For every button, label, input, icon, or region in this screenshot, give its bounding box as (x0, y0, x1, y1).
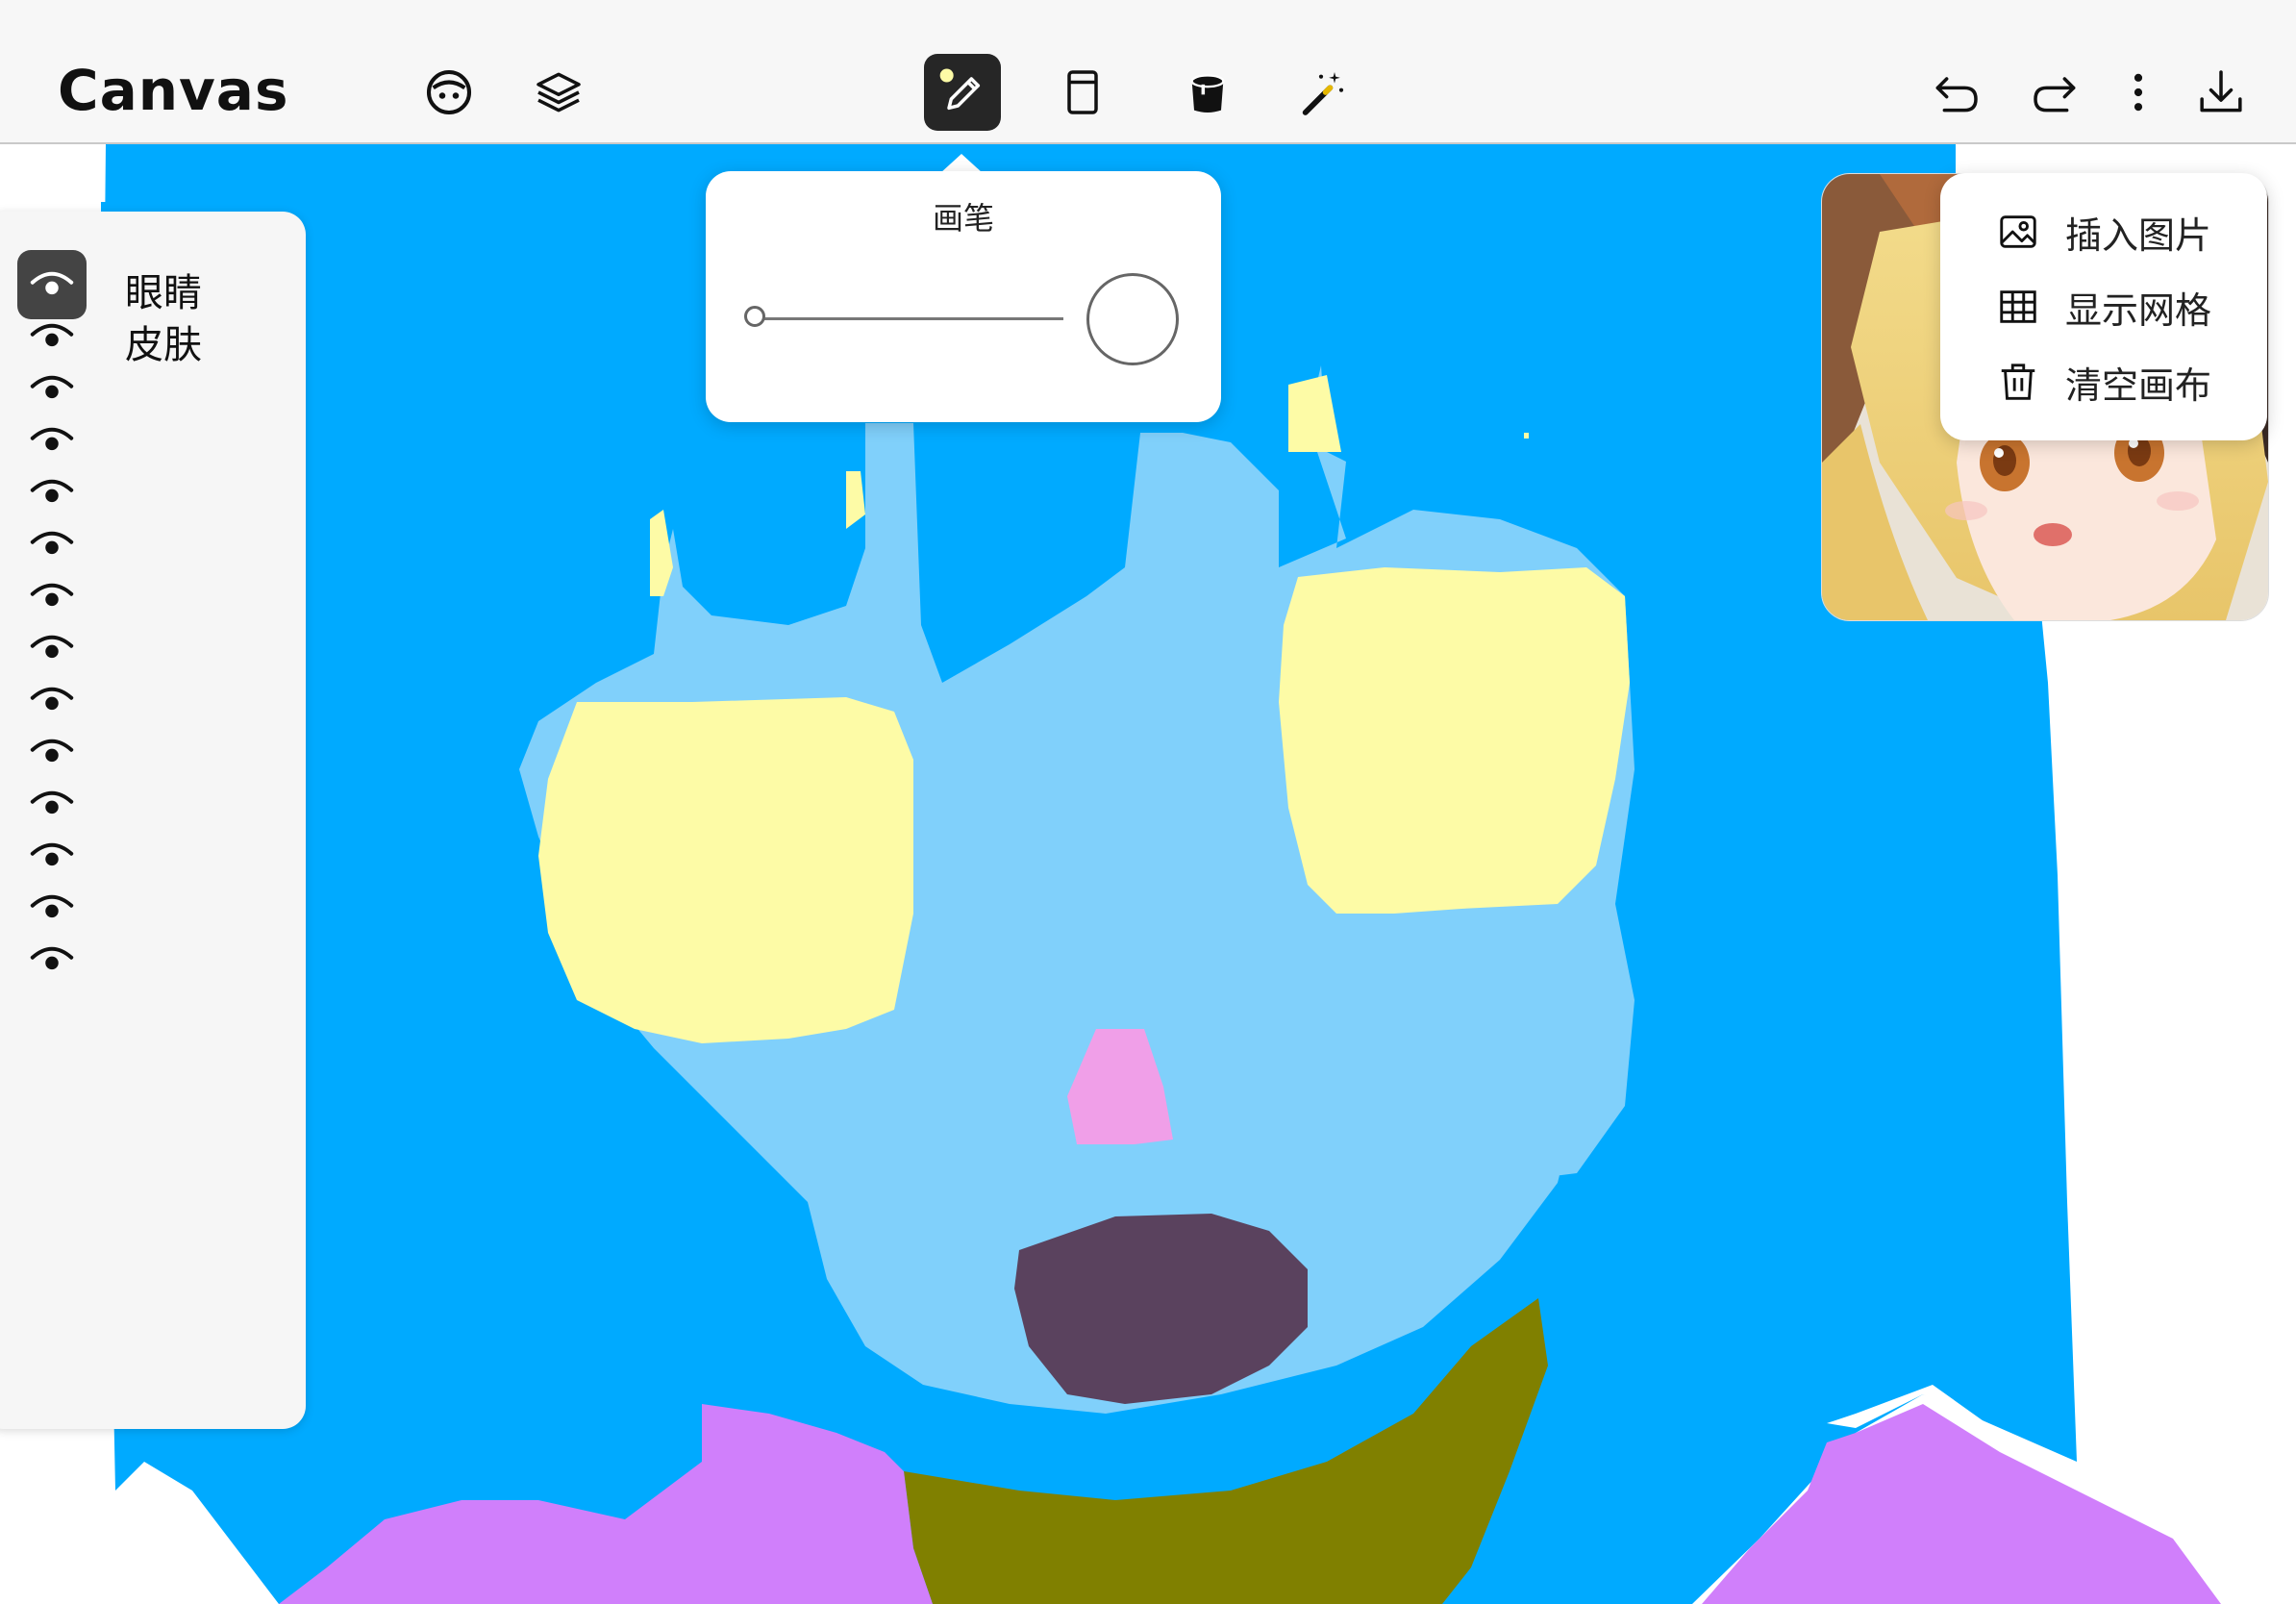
menu-item-insert-image[interactable]: 插入图片 (1940, 196, 2267, 267)
undo-button[interactable] (1917, 54, 1994, 131)
menu-item-show-grid[interactable]: 显示网格 (1940, 271, 2267, 342)
image-icon (2000, 215, 2036, 248)
brush-popup-title: 画笔 (932, 200, 994, 237)
redo-icon (2034, 77, 2076, 113)
paint-bucket-icon (1190, 74, 1225, 113)
redo-button[interactable] (2017, 54, 2094, 131)
brush-size-slider-track[interactable] (756, 317, 1063, 320)
download-button[interactable] (2183, 54, 2259, 131)
brush-popup-arrow (940, 154, 983, 173)
face-tool-button[interactable] (411, 54, 487, 131)
brush-size-slider-handle[interactable] (1086, 273, 1179, 365)
magic-wand-icon (1302, 72, 1344, 115)
more-vertical-icon (2134, 73, 2143, 112)
app-title: Canvas (58, 58, 289, 123)
undo-icon (1935, 77, 1978, 113)
menu-item-clear-canvas[interactable]: 清空画布 (1940, 346, 2267, 417)
menu-item-label: 显示网格 (2065, 288, 2212, 332)
pencil-icon (939, 68, 981, 111)
menu-item-label: 插入图片 (2065, 213, 2212, 257)
canvas-frame-icon (1067, 70, 1098, 114)
layers-icon (537, 72, 581, 113)
top-toolbar: Canvas (0, 0, 2296, 144)
layer-visibility-toggle[interactable] (17, 925, 87, 994)
right-eye-region (1279, 567, 1630, 914)
pencil-tool-button[interactable] (924, 54, 1001, 131)
download-icon (2200, 70, 2242, 113)
brush-size-popup: 画笔 (706, 171, 1221, 422)
menu-item-label: 清空画布 (2065, 363, 2212, 407)
eye-icon (30, 946, 74, 970)
grid-icon (2000, 290, 2036, 323)
more-options-button[interactable] (2100, 54, 2177, 131)
layers-tool-button[interactable] (520, 54, 597, 131)
magic-wand-tool-button[interactable] (1283, 54, 1360, 131)
trash-icon (2001, 363, 2035, 400)
layers-panel: 眼睛 皮肤 (0, 212, 306, 1429)
canvas-frame-tool-button[interactable] (1044, 54, 1121, 131)
brush-size-min-indicator (744, 306, 765, 327)
more-options-menu: 插入图片 显示网格 清空画布 (1940, 173, 2267, 440)
hair-tip-4 (1524, 433, 1529, 439)
paint-bucket-tool-button[interactable] (1169, 54, 1246, 131)
left-eye-region (538, 697, 913, 1043)
face-icon (426, 69, 472, 115)
layer-row[interactable] (0, 925, 298, 992)
